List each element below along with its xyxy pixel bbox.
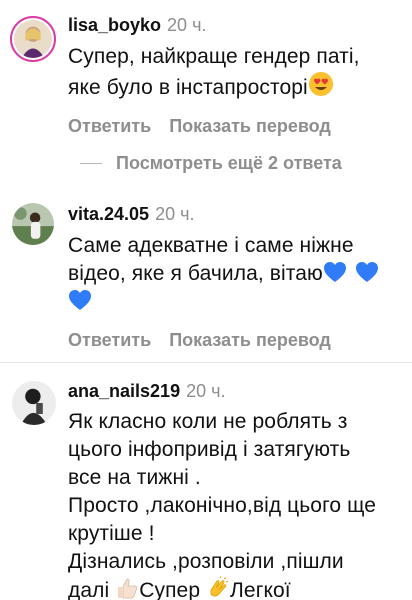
blue-heart-icon: [68, 289, 92, 311]
reply-button[interactable]: Ответить: [68, 330, 151, 350]
comment-line-text: Супер: [139, 579, 201, 600]
comment-text: Супер, найкраще гендер паті, яке було в …: [68, 43, 400, 102]
comment-lisa-boyko: lisa_boyko 20 ч. Супер, найкраще гендер п…: [0, 0, 412, 145]
comment-line: все на тижні .: [68, 466, 201, 489]
comment-ana-nails: ana_nails219 20 ч. Як класно коли не робл…: [0, 375, 412, 600]
comment-text: Як класно коли не роблять з цього інфопр…: [68, 408, 400, 600]
username[interactable]: lisa_boyko: [68, 15, 161, 35]
reply-button[interactable]: Ответить: [68, 116, 151, 136]
comment-actions: Ответить Показать перевод: [68, 115, 400, 137]
username[interactable]: ana_nails219: [68, 381, 180, 401]
avatar[interactable]: [12, 381, 56, 425]
translate-button[interactable]: Показать перевод: [169, 330, 331, 350]
blue-heart-icon: [323, 261, 347, 283]
thumbs-up-icon: [115, 576, 139, 600]
avatar-photo: [14, 20, 52, 58]
avatar-photo: [12, 203, 54, 245]
comment-line-text: яке було в інстапросторі: [68, 76, 308, 99]
comment-actions: Ответить Показать перевод: [68, 329, 400, 351]
avatar[interactable]: [12, 203, 54, 245]
replies-dash: [80, 162, 102, 164]
comment-line: Саме адекватне і саме ніжне: [68, 234, 354, 257]
comment-line: Як класно коли не роблять з: [68, 410, 348, 433]
comment-line: крутіше !: [68, 522, 155, 545]
comment-line: [68, 288, 400, 316]
comment-line: цього інфопривід і затягують: [68, 438, 351, 461]
timestamp: 20 ч.: [167, 15, 207, 35]
translate-button[interactable]: Показать перевод: [169, 116, 331, 136]
avatar[interactable]: [10, 16, 56, 62]
comment-text: Саме адекватне і саме ніжне відео, яке я…: [68, 232, 400, 316]
clapping-hands-icon: [206, 576, 230, 600]
heart-eyes-emoji-icon: [308, 71, 334, 97]
blue-heart-icon: [355, 261, 379, 283]
avatar-photo: [12, 381, 56, 425]
timestamp: 20 ч.: [186, 381, 226, 401]
view-replies-label: Посмотреть ещё 2 ответа: [116, 152, 342, 173]
comment-line: відео, яке я бачила, вітаю: [68, 260, 400, 288]
comment-line: Дізнались ,розповіли ,пішли: [68, 550, 344, 573]
comment-meta: lisa_boyko 20 ч.: [68, 14, 400, 36]
comment-line-text: відео, яке я бачила, вітаю: [68, 262, 323, 285]
comment-line: Просто ,лаконічно,від цього ще: [68, 494, 377, 517]
timestamp: 20 ч.: [155, 204, 195, 224]
username[interactable]: vita.24.05: [68, 204, 149, 224]
comment-line-text: Легкої: [230, 579, 291, 600]
comment-line-text: далі: [68, 579, 110, 600]
comment-meta: ana_nails219 20 ч.: [68, 380, 400, 402]
comment-vita: vita.24.05 20 ч. Саме адекватне і саме ні…: [0, 195, 412, 355]
view-more-replies-button[interactable]: Посмотреть ещё 2 ответа: [80, 151, 342, 175]
comment-meta: vita.24.05 20 ч.: [68, 203, 400, 225]
comment-line: Супер, найкраще гендер паті,: [68, 45, 360, 68]
divider: [0, 362, 412, 363]
comment-line: яке було в інстапросторі: [68, 71, 400, 102]
comment-line: далі Супер Легкої: [68, 576, 400, 600]
